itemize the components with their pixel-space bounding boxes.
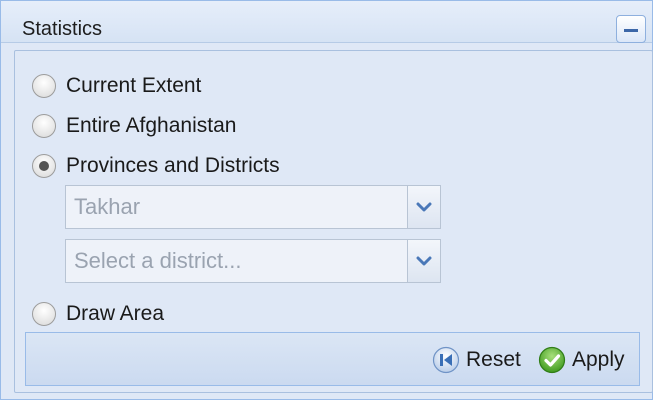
option-draw-area[interactable]: Draw Area (32, 300, 164, 328)
option-entire-afghanistan[interactable]: Entire Afghanistan (32, 112, 236, 140)
province-select-value: Takhar (74, 194, 141, 219)
panel-title: Statistics (22, 18, 103, 40)
panel-header: Statistics (1, 1, 652, 43)
radio-provinces-and-districts[interactable] (32, 154, 56, 178)
radio-draw-area[interactable] (32, 302, 56, 326)
reset-label: Reset (466, 348, 521, 371)
option-label: Draw Area (66, 302, 165, 325)
chevron-down-icon (416, 202, 432, 212)
district-select-placeholder: Select a district... (74, 248, 242, 273)
radio-entire-afghanistan[interactable] (32, 114, 56, 138)
apply-label: Apply (572, 348, 625, 371)
check-icon (538, 346, 566, 374)
radio-current-extent[interactable] (32, 74, 56, 98)
district-dropdown-trigger[interactable] (407, 240, 440, 282)
reset-icon (432, 346, 460, 374)
minus-icon (624, 29, 638, 32)
statistics-panel: Statistics Current Extent Entire Afghani… (0, 0, 653, 400)
option-label: Provinces and Districts (66, 154, 280, 177)
option-provinces-and-districts[interactable]: Provinces and Districts (32, 152, 280, 180)
option-current-extent[interactable]: Current Extent (32, 72, 201, 100)
chevron-down-icon (416, 256, 432, 266)
province-select[interactable]: Takhar (65, 185, 441, 229)
apply-button[interactable]: Apply (538, 345, 625, 375)
district-select[interactable]: Select a district... (65, 239, 441, 283)
option-label: Current Extent (66, 74, 202, 97)
option-label: Entire Afghanistan (66, 114, 237, 137)
button-toolbar: Reset Apply (25, 332, 640, 386)
collapse-button[interactable] (616, 15, 646, 43)
province-dropdown-trigger[interactable] (407, 186, 440, 228)
reset-button[interactable]: Reset (432, 345, 521, 375)
